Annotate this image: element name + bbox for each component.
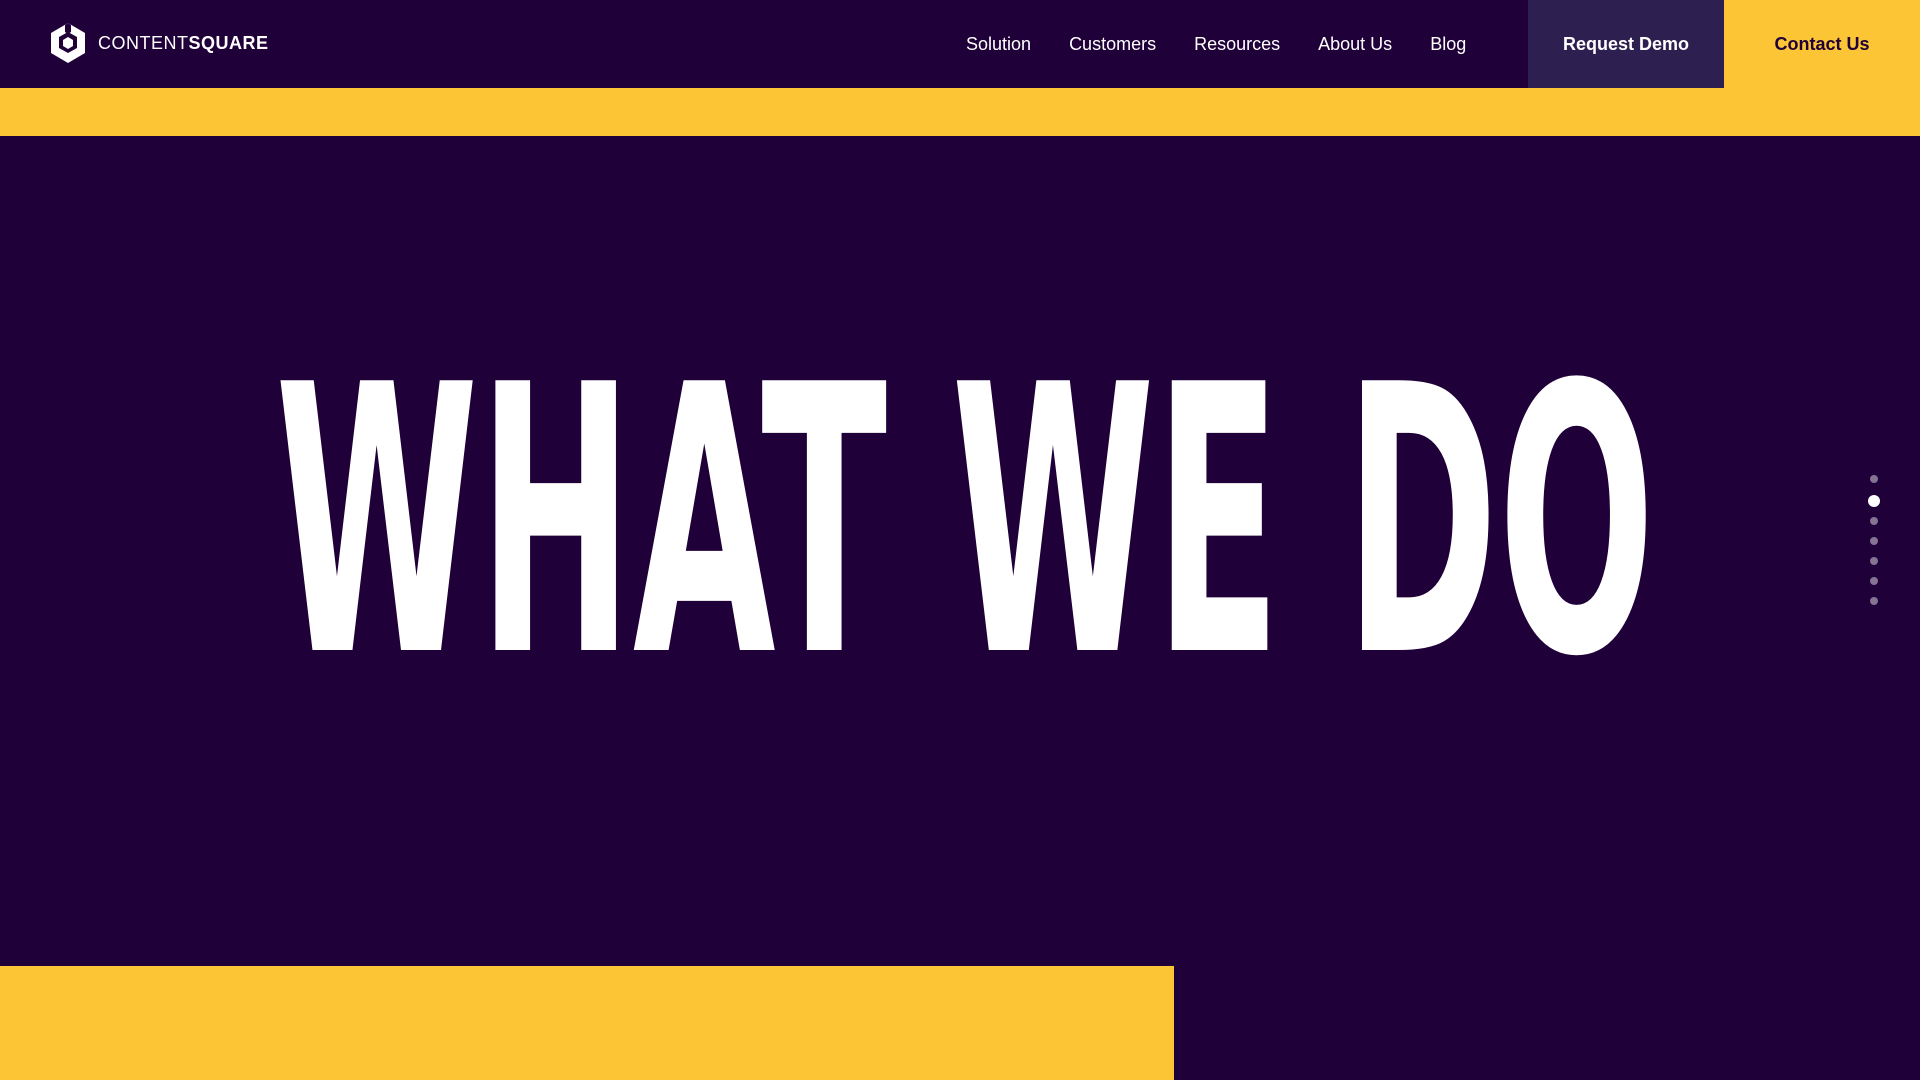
top-yellow-band (0, 88, 1920, 136)
pagination-dot-7[interactable] (1870, 597, 1878, 605)
nav-item-customers[interactable]: Customers (1069, 34, 1156, 55)
contentsquare-logo-icon (51, 23, 85, 63)
pagination-dot-5[interactable] (1870, 557, 1878, 565)
brand-name-bold: SQUARE (188, 32, 269, 53)
pagination-dot-1[interactable] (1870, 475, 1878, 483)
brand-name: CONTENTSQUARE (98, 33, 269, 54)
brand-logo[interactable]: CONTENTSQUARE (48, 21, 269, 65)
nav-item-about-us[interactable]: About Us (1318, 34, 1392, 55)
section-pagination (1868, 475, 1880, 617)
hero-title: WHAT WE DO (275, 330, 1655, 670)
page: CONTENTSQUARE Solution Customers Resourc… (0, 0, 1920, 1080)
contact-us-button[interactable]: Contact Us (1724, 0, 1920, 88)
pagination-dot-3[interactable] (1870, 517, 1878, 525)
main-nav: Solution Customers Resources About Us Bl… (966, 0, 1466, 88)
pagination-dot-6[interactable] (1870, 577, 1878, 585)
request-demo-button[interactable]: Request Demo (1528, 0, 1724, 88)
pagination-dot-2[interactable] (1868, 495, 1880, 507)
hero-title-svg: WHAT WE DO (275, 330, 1655, 670)
nav-item-solution[interactable]: Solution (966, 34, 1031, 55)
pagination-dot-4[interactable] (1870, 537, 1878, 545)
bottom-yellow-block (0, 966, 1174, 1080)
nav-item-blog[interactable]: Blog (1430, 34, 1466, 55)
nav-item-resources[interactable]: Resources (1194, 34, 1280, 55)
hero-title-container: WHAT WE DO (270, 330, 1660, 670)
site-header: CONTENTSQUARE Solution Customers Resourc… (0, 0, 1920, 88)
brand-name-light: CONTENT (98, 32, 189, 53)
